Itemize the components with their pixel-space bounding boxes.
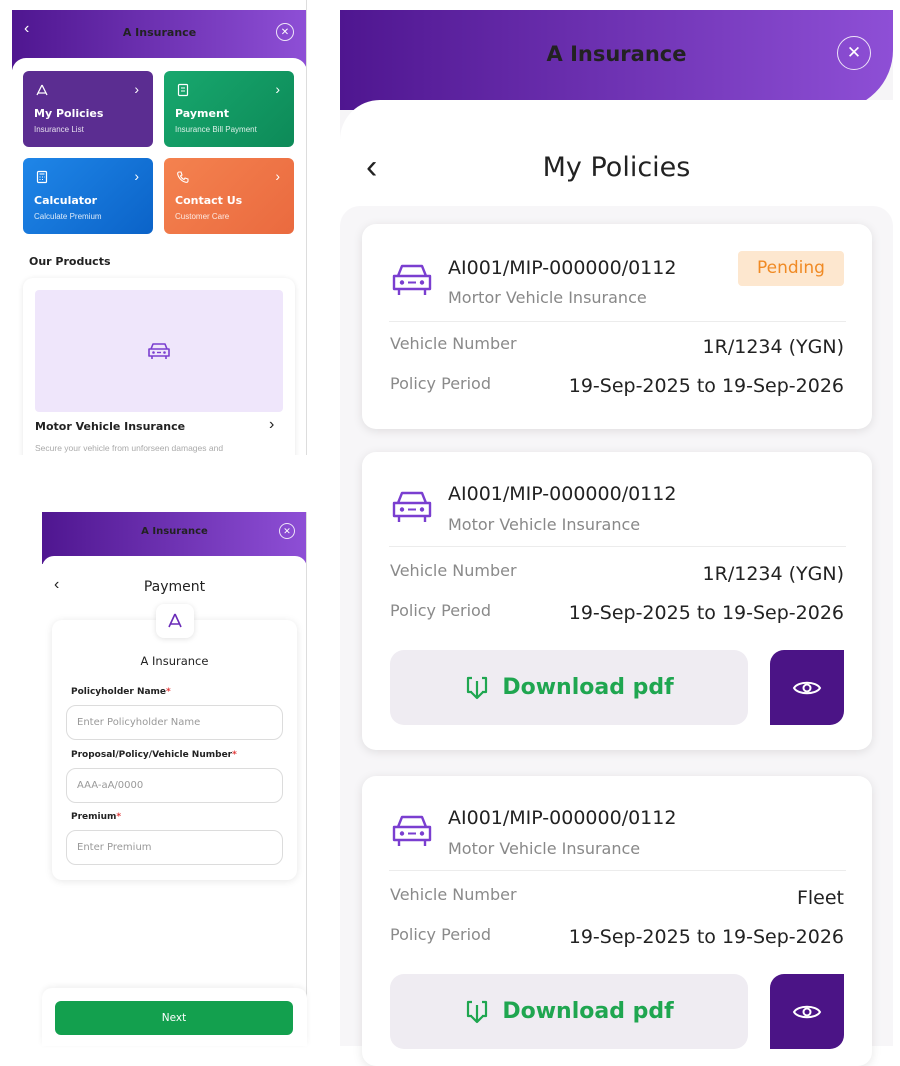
tile-title: My Policies bbox=[34, 107, 104, 120]
car-icon bbox=[392, 491, 432, 522]
premium-label: Premium* bbox=[71, 812, 122, 822]
product-image bbox=[35, 290, 283, 412]
home-app-title: A Insurance bbox=[122, 26, 197, 39]
policy-number-field[interactable]: AAA-aA/0000 bbox=[66, 768, 283, 803]
policy-card[interactable]: AI001/MIP-000000/0112 Motor Vehicle Insu… bbox=[362, 776, 872, 1066]
vehicle-number-label: Vehicle Number bbox=[390, 561, 517, 580]
policy-card[interactable]: AI001/MIP-000000/0112 Mortor Vehicle Ins… bbox=[362, 224, 872, 429]
next-button[interactable]: Next bbox=[55, 1001, 293, 1035]
divider bbox=[389, 546, 846, 547]
policy-type: Motor Vehicle Insurance bbox=[448, 515, 641, 534]
policy-card[interactable]: AI001/MIP-000000/0112 Motor Vehicle Insu… bbox=[362, 452, 872, 750]
policies-title: My Policies bbox=[542, 152, 691, 183]
tile-subtitle: Calculate Premium bbox=[34, 212, 102, 221]
product-card[interactable]: Motor Vehicle Insurance › Secure your ve… bbox=[23, 278, 295, 455]
vehicle-number-value: Fleet bbox=[796, 887, 844, 909]
close-icon[interactable]: ✕ bbox=[276, 23, 294, 41]
tile-calculator[interactable]: › Calculator Calculate Premium bbox=[23, 158, 153, 234]
chevron-right-icon: › bbox=[134, 81, 139, 97]
vehicle-number-label: Vehicle Number bbox=[390, 334, 517, 353]
policy-period-value: 19-Sep-2025 to 19-Sep-2026 bbox=[568, 375, 844, 397]
vehicle-number-value: 1R/1234 (YGN) bbox=[702, 563, 844, 585]
download-icon bbox=[467, 676, 488, 699]
divider bbox=[389, 321, 846, 322]
download-pdf-button[interactable]: Download pdf bbox=[390, 650, 748, 725]
policy-type: Mortor Vehicle Insurance bbox=[448, 288, 647, 307]
download-pdf-button[interactable]: Download pdf bbox=[390, 974, 748, 1049]
policy-number-label: Proposal/Policy/Vehicle Number* bbox=[71, 750, 237, 760]
policy-icon bbox=[36, 84, 48, 96]
payment-header-curve bbox=[42, 556, 306, 576]
chevron-right-icon: › bbox=[275, 168, 280, 184]
policy-type: Motor Vehicle Insurance bbox=[448, 839, 641, 858]
view-button[interactable] bbox=[770, 650, 844, 725]
phone-icon bbox=[177, 171, 189, 183]
payment-app-title: A Insurance bbox=[141, 526, 208, 537]
close-icon[interactable]: ✕ bbox=[837, 36, 871, 70]
tile-subtitle: Insurance List bbox=[34, 125, 84, 134]
policy-number: AI001/MIP-000000/0112 bbox=[448, 257, 677, 279]
download-label: Download pdf bbox=[502, 999, 674, 1024]
chevron-right-icon: › bbox=[275, 81, 280, 97]
car-icon bbox=[148, 343, 170, 359]
chevron-right-icon: › bbox=[269, 416, 275, 433]
chevron-right-icon: › bbox=[134, 168, 139, 184]
product-description: Secure your vehicle from unforseen damag… bbox=[35, 443, 224, 453]
logo-icon bbox=[168, 613, 182, 628]
policy-period-value: 19-Sep-2025 to 19-Sep-2026 bbox=[568, 926, 844, 948]
car-icon bbox=[392, 815, 432, 846]
close-icon[interactable]: ✕ bbox=[279, 523, 295, 539]
product-name: Motor Vehicle Insurance bbox=[35, 420, 186, 433]
tile-subtitle: Customer Care bbox=[175, 212, 230, 221]
products-heading: Our Products bbox=[29, 255, 111, 268]
policyholder-label: Policyholder Name* bbox=[71, 687, 171, 697]
view-button[interactable] bbox=[770, 974, 844, 1049]
eye-icon bbox=[792, 1005, 822, 1018]
policy-period-label: Policy Period bbox=[390, 925, 491, 944]
tile-title: Calculator bbox=[34, 194, 98, 207]
vehicle-number-value: 1R/1234 (YGN) bbox=[702, 336, 844, 358]
policyholder-name-field[interactable]: Enter Policyholder Name bbox=[66, 705, 283, 740]
car-icon bbox=[392, 264, 432, 295]
tile-subtitle: Insurance Bill Payment bbox=[175, 125, 257, 134]
tile-title: Payment bbox=[175, 107, 230, 120]
tile-title: Contact Us bbox=[175, 194, 243, 207]
status-badge: Pending bbox=[738, 251, 844, 286]
divider bbox=[389, 870, 846, 871]
policy-period-label: Policy Period bbox=[390, 601, 491, 620]
policy-number: AI001/MIP-000000/0112 bbox=[448, 483, 677, 505]
home-screen: ‹ A Insurance ✕ › My Policies Insurance … bbox=[12, 0, 307, 455]
company-logo bbox=[156, 604, 194, 638]
policies-app-title: A Insurance bbox=[546, 42, 687, 66]
bill-icon bbox=[177, 83, 189, 97]
company-name: A Insurance bbox=[140, 654, 209, 668]
policy-number: AI001/MIP-000000/0112 bbox=[448, 807, 677, 829]
policy-period-label: Policy Period bbox=[390, 374, 491, 393]
eye-icon bbox=[792, 681, 822, 694]
premium-field[interactable]: Enter Premium bbox=[66, 830, 283, 865]
payment-title: Payment bbox=[143, 579, 206, 595]
download-label: Download pdf bbox=[502, 675, 674, 700]
calculator-icon bbox=[36, 170, 48, 184]
tile-my-policies[interactable]: › My Policies Insurance List bbox=[23, 71, 153, 147]
download-icon bbox=[467, 1000, 488, 1023]
policy-period-value: 19-Sep-2025 to 19-Sep-2026 bbox=[568, 602, 844, 624]
tile-payment[interactable]: › Payment Insurance Bill Payment bbox=[164, 71, 294, 147]
vehicle-number-label: Vehicle Number bbox=[390, 885, 517, 904]
tile-contact-us[interactable]: › Contact Us Customer Care bbox=[164, 158, 294, 234]
